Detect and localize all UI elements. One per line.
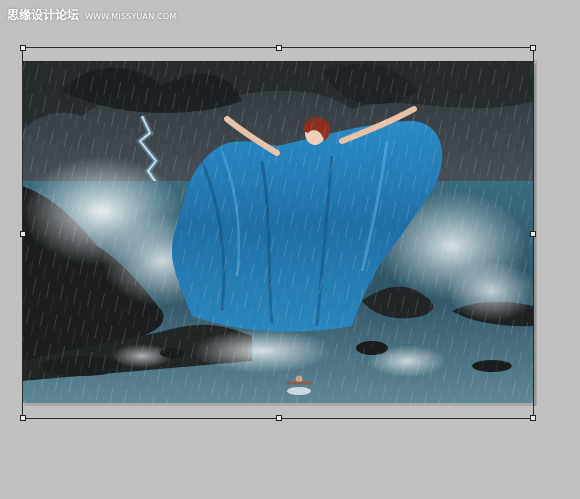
transform-handle-top-left[interactable]: [20, 45, 26, 51]
transform-handle-bottom-left[interactable]: [20, 415, 26, 421]
transform-handle-middle-left[interactable]: [20, 231, 26, 237]
transform-handle-bottom-right[interactable]: [530, 415, 536, 421]
transform-handle-middle-right[interactable]: [530, 231, 536, 237]
transform-handle-top-right[interactable]: [530, 45, 536, 51]
transform-handle-bottom-center[interactable]: [276, 415, 282, 421]
transform-handle-top-center[interactable]: [276, 45, 282, 51]
document-canvas[interactable]: [0, 0, 580, 499]
free-transform-bounding-box[interactable]: [20, 45, 537, 421]
